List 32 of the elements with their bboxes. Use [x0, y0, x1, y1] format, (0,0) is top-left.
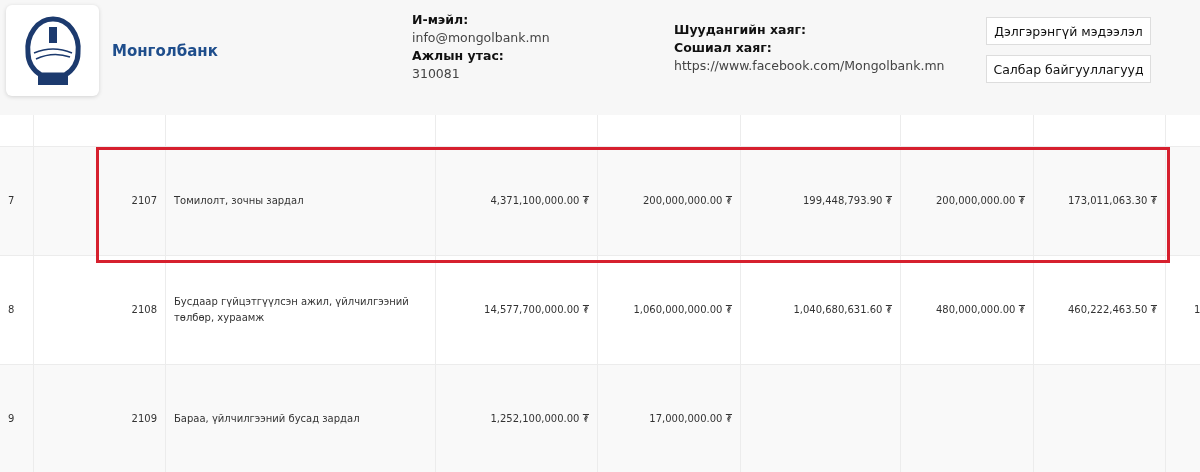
table-cell-text: 200,000,000.00 ₮	[642, 194, 732, 208]
table-cell-text: 2109	[131, 412, 157, 426]
table-cell-text: 1,060,000,000.00 ₮	[633, 303, 732, 317]
table-cell-text: Бараа, үйлчилгээний бусад зардал	[174, 412, 360, 426]
table-cell-text: 2107	[131, 194, 157, 208]
table-cell-text: Бусдаар гүйцэтгүүлсэн ажил, үйлчилгээний төлбөр, хураамж	[174, 295, 410, 325]
table-cell-text: 200,000,000.00 ₮	[935, 194, 1025, 208]
contact-label: И-мэйл:	[412, 12, 470, 27]
table-cell-text: 480,000,000.00 ₮	[935, 303, 1025, 317]
bank-name: Монголбанк	[112, 42, 219, 60]
table-cell-text: 4,371,100,000.00 ₮	[490, 194, 589, 208]
table-cell-text: 14,577,700,000.00 ₮	[484, 303, 589, 317]
info-button[interactable]: Салбар байгууллагууд	[986, 55, 1151, 83]
table-cell-text: 7	[8, 194, 15, 208]
table-cell-text: 199,448,793.90 ₮	[802, 194, 892, 208]
table-cell-text: 9	[8, 412, 15, 426]
table-cell-text: 1	[1194, 303, 1200, 317]
contact-value: info@mongolbank.mn	[412, 30, 551, 45]
table-cell-text: 8	[8, 303, 15, 317]
info-button[interactable]: Дэлгэрэнгүй мэдээлэл	[986, 17, 1151, 45]
table-cell-text: 173,011,063.30 ₮	[1067, 194, 1157, 208]
table-cell-text: 1,040,680,631.60 ₮	[793, 303, 892, 317]
contact-label: Шуудангийн хаяг:	[674, 22, 807, 37]
social-link[interactable]: https://www.facebook.com/Mongolbank.mn	[674, 58, 945, 73]
table-cell-text: Томилолт, зочны зардал	[174, 194, 304, 208]
contact-label: Ажлын утас:	[412, 48, 505, 63]
table-cell-text: 17,000,000.00 ₮	[649, 412, 732, 426]
contact-label: Сошиал хаяг:	[674, 40, 773, 55]
table-cell-text: 460,222,463.50 ₮	[1067, 303, 1157, 317]
table-cell-text: 2108	[131, 303, 157, 317]
table-cell-text: 1,252,100,000.00 ₮	[490, 412, 589, 426]
contact-value: 310081	[412, 66, 461, 81]
